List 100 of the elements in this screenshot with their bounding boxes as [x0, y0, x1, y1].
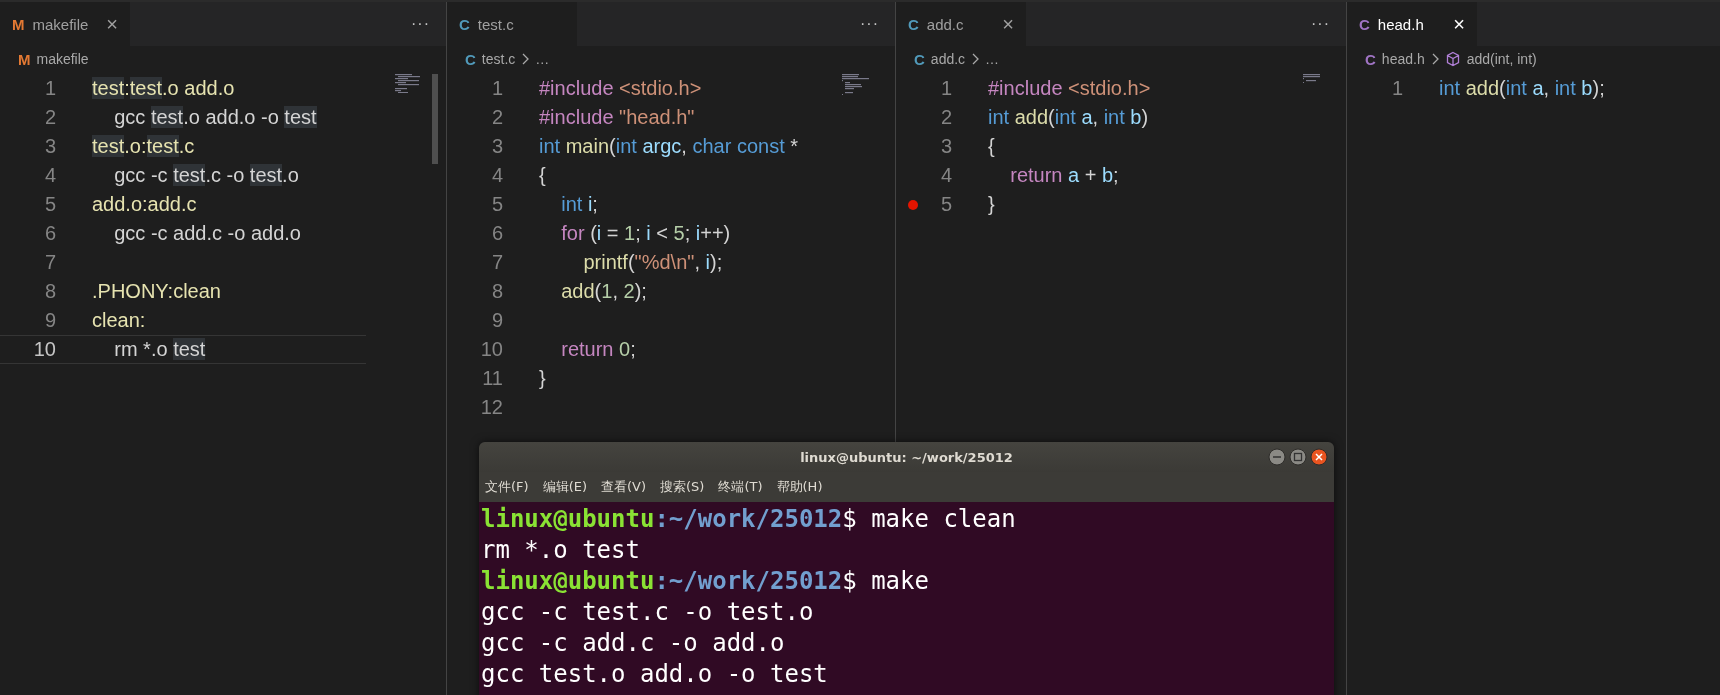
menu-item[interactable]: 编辑(E) — [542, 478, 587, 496]
line-number: 1 — [940, 77, 952, 100]
terminal-line: gcc -c test.c -o test.o — [481, 597, 815, 628]
chevron-right-icon — [1430, 53, 1439, 65]
code-line: return a + b; — [1009, 164, 1119, 187]
window-title: linux@ubuntu: ~/work/25012 — [800, 449, 1013, 465]
code-line: test:test.o add.o — [92, 77, 235, 100]
line-number: 3 — [940, 135, 952, 158]
more-actions-button[interactable]: ··· — [860, 15, 895, 33]
editor-tab[interactable]: M makefile × — [0, 2, 130, 46]
line-number: 5 — [44, 193, 56, 216]
line-number: 9 — [44, 309, 56, 332]
maximize-button[interactable] — [1289, 448, 1307, 466]
close-icon[interactable]: × — [1453, 12, 1465, 36]
line-number: 4 — [940, 164, 952, 187]
code-line: test.o:test.c — [92, 135, 195, 158]
code-line: return 0; — [560, 338, 636, 361]
line-number: 1 — [1391, 77, 1403, 100]
terminal-line: rm *.o test — [481, 535, 641, 566]
breadcrumb-item[interactable]: … — [535, 51, 550, 67]
minimap-drawing — [842, 74, 869, 96]
line-number: 10 — [33, 338, 56, 361]
code-line: printf("%d\n", i); — [582, 251, 723, 274]
code-line: } — [539, 367, 546, 390]
menu-item[interactable]: 搜索(S) — [660, 478, 705, 496]
menu-item[interactable]: 帮助(H) — [776, 478, 823, 496]
code-line: gcc test.o add.o -o test — [113, 106, 317, 129]
code-line: #include <stdio.h> — [988, 77, 1151, 100]
code-line: int main(int argc, char const * — [539, 135, 799, 158]
code-line: { — [988, 135, 995, 158]
breadcrumb-item[interactable]: add(int, int) — [1466, 51, 1537, 67]
line-number: 12 — [480, 396, 503, 419]
file-icon: C — [1365, 50, 1376, 68]
more-actions-button[interactable]: ··· — [411, 15, 446, 33]
line-number: 2 — [940, 106, 952, 129]
terminal-line: gcc -c add.c -o add.o — [481, 628, 786, 659]
breakpoint-dot[interactable] — [908, 199, 918, 210]
minimize-button[interactable] — [1268, 448, 1286, 466]
minimap-drawing — [395, 74, 420, 94]
code-line: { — [539, 164, 546, 187]
line-number: 2 — [44, 106, 56, 129]
code-line: int i; — [560, 193, 598, 216]
breadcrumb-item[interactable]: makefile — [36, 51, 89, 67]
close-icon[interactable]: × — [1002, 12, 1014, 36]
terminal-line: gcc test.o add.o -o test — [481, 659, 829, 690]
file-icon: C — [1359, 15, 1370, 33]
line-number: 7 — [491, 251, 503, 274]
line-number: 6 — [491, 222, 503, 245]
file-icon: M — [18, 50, 31, 68]
code-line: #include <stdio.h> — [539, 77, 702, 100]
code-line: add(1, 2); — [560, 280, 647, 303]
line-number: 4 — [44, 164, 56, 187]
line-number: 1 — [44, 77, 56, 100]
line-number: 10 — [480, 338, 503, 361]
file-icon: C — [465, 50, 476, 68]
code-line: gcc -c add.c -o add.o — [113, 222, 301, 245]
terminal-line: linux@ubuntu:~/work/25012$ make — [481, 566, 930, 597]
code-line: for (i = 1; i < 5; i++) — [560, 222, 731, 245]
editor-tab[interactable]: C add.c × — [896, 2, 1026, 46]
chevron-right-icon — [971, 53, 980, 65]
line-number: 8 — [491, 280, 503, 303]
minimap-drawing — [1303, 74, 1320, 84]
code-line: #include "head.h" — [539, 106, 695, 129]
line-number: 3 — [491, 135, 503, 158]
file-icon: C — [908, 15, 919, 33]
file-icon: C — [459, 15, 470, 33]
line-number: 6 — [44, 222, 56, 245]
code-line: clean: — [92, 309, 146, 332]
terminal-line: linux@ubuntu:~/work/25012$ make clean — [481, 504, 1017, 535]
line-number: 2 — [491, 106, 503, 129]
code-line: rm *.o test — [113, 338, 206, 361]
menu-item[interactable]: 终端(T) — [718, 478, 763, 496]
code-line: .PHONY:clean — [92, 280, 221, 303]
breadcrumb-item[interactable]: … — [985, 51, 1000, 67]
code-line: int add(int a, int b); — [1439, 77, 1605, 100]
line-number: 3 — [44, 135, 56, 158]
close-button[interactable] — [1310, 448, 1328, 466]
line-number: 1 — [491, 77, 503, 100]
breadcrumb-item[interactable]: test.c — [481, 51, 516, 67]
line-number: 5 — [940, 193, 952, 216]
file-icon: M — [12, 15, 25, 33]
line-number: 9 — [491, 309, 503, 332]
menu-item[interactable]: 查看(V) — [601, 478, 647, 496]
file-icon: C — [914, 50, 925, 68]
line-number: 7 — [44, 251, 56, 274]
breadcrumb-item[interactable]: add.c — [930, 51, 966, 67]
scrollbar-thumb[interactable] — [432, 74, 438, 164]
line-number: 4 — [491, 164, 503, 187]
code-line: add.o:add.c — [92, 193, 197, 216]
menu-item[interactable]: 文件(F) — [485, 478, 529, 496]
editor-tab[interactable]: C head.h × — [1347, 2, 1477, 46]
code-line: } — [988, 193, 995, 216]
close-icon[interactable]: × — [106, 12, 118, 36]
line-number: 5 — [491, 193, 503, 216]
line-number: 8 — [44, 280, 56, 303]
more-actions-button[interactable]: ··· — [1311, 15, 1346, 33]
chevron-right-icon — [521, 53, 530, 65]
code-line: int add(int a, int b) — [988, 106, 1149, 129]
editor-tab[interactable]: C test.c — [447, 2, 577, 46]
breadcrumb-item[interactable]: head.h — [1381, 51, 1425, 67]
